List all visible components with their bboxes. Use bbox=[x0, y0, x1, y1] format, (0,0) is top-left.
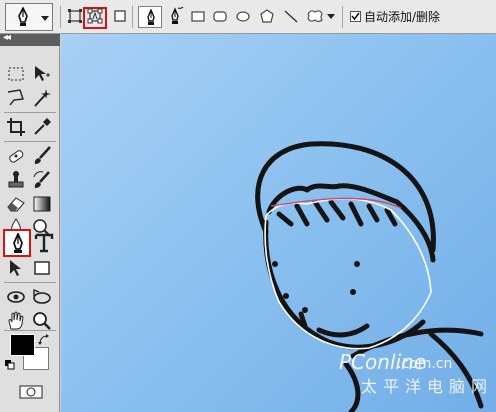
hand-icon bbox=[8, 311, 24, 330]
hand-tool[interactable] bbox=[5, 310, 27, 332]
rectangular-marquee-icon bbox=[8, 67, 24, 81]
rectangle-icon[interactable] bbox=[190, 8, 206, 24]
foreground-color-swatch[interactable] bbox=[10, 334, 35, 356]
fill-pixels-icon[interactable] bbox=[112, 8, 128, 24]
quick-mask-icon[interactable] bbox=[18, 384, 44, 400]
type-icon bbox=[34, 233, 54, 253]
3d-rotate-tool[interactable] bbox=[5, 286, 27, 308]
lasso-tool[interactable] bbox=[5, 87, 27, 109]
3d-rotate-icon bbox=[7, 291, 25, 303]
divider bbox=[4, 282, 56, 283]
eyedropper-tool[interactable] bbox=[31, 116, 53, 138]
type-tool[interactable] bbox=[33, 232, 55, 254]
magic-wand-tool[interactable] bbox=[31, 87, 53, 109]
divider bbox=[132, 6, 133, 28]
history-brush-icon bbox=[33, 171, 50, 188]
auto-add-delete-label[interactable]: 自动添加/删除 bbox=[364, 8, 440, 25]
history-brush-tool[interactable] bbox=[31, 169, 53, 191]
pen-tool-highlight[interactable] bbox=[3, 229, 31, 257]
watermark-chinese: 太平洋电脑网 bbox=[361, 377, 494, 396]
custom-shape-icon[interactable] bbox=[305, 8, 325, 24]
zoom-tool[interactable] bbox=[31, 310, 53, 332]
toolbox: ◂◂ bbox=[0, 32, 60, 412]
divider bbox=[342, 6, 343, 28]
healing-brush-icon bbox=[9, 150, 24, 163]
move-icon bbox=[35, 66, 50, 81]
pen-icon bbox=[18, 7, 28, 26]
line-icon[interactable] bbox=[283, 8, 299, 24]
ellipse-icon[interactable] bbox=[235, 8, 251, 24]
chevron-down-icon[interactable] bbox=[326, 11, 336, 21]
eyedropper-icon bbox=[34, 118, 51, 135]
watermark-domain: .com.cn bbox=[397, 356, 453, 372]
document-canvas[interactable]: PConline .com.cn 太平洋电脑网 bbox=[61, 34, 496, 412]
paths-icon[interactable] bbox=[87, 8, 103, 24]
options-bar: 自动添加/删除 bbox=[0, 0, 496, 34]
toolbox-header[interactable]: ◂◂ bbox=[0, 32, 60, 46]
default-colors-icon[interactable] bbox=[5, 360, 15, 370]
brush-icon bbox=[34, 146, 51, 164]
rectangle-tool[interactable] bbox=[31, 257, 53, 279]
3d-orbit-tool[interactable] bbox=[31, 286, 53, 308]
zoom-icon bbox=[33, 312, 51, 330]
polygonal-lasso-icon bbox=[7, 89, 24, 106]
tool-preset-picker[interactable] bbox=[5, 3, 53, 31]
brush-tool[interactable] bbox=[31, 145, 53, 167]
path-selection-icon bbox=[10, 260, 21, 276]
collapse-arrows-icon[interactable]: ◂◂ bbox=[3, 32, 11, 43]
clone-stamp-tool[interactable] bbox=[5, 169, 27, 191]
3d-orbit-icon bbox=[33, 288, 51, 304]
pen-icon bbox=[13, 233, 23, 253]
pen-icon bbox=[147, 9, 155, 25]
gradient-icon bbox=[33, 196, 51, 212]
marquee-tool[interactable] bbox=[5, 63, 27, 85]
gradient-tool[interactable] bbox=[31, 193, 53, 215]
checkmark-icon bbox=[351, 12, 360, 21]
path-selection-tool[interactable] bbox=[5, 257, 27, 279]
rectangle-icon bbox=[34, 261, 50, 275]
magic-wand-icon bbox=[34, 89, 51, 107]
eraser-tool[interactable] bbox=[5, 193, 27, 215]
shape-layers-icon[interactable] bbox=[67, 8, 83, 24]
crop-icon bbox=[7, 118, 25, 136]
crop-tool[interactable] bbox=[5, 116, 27, 138]
pen-tool-button[interactable] bbox=[138, 6, 162, 28]
divider bbox=[4, 112, 56, 113]
divider bbox=[4, 141, 56, 142]
rounded-rectangle-icon[interactable] bbox=[212, 8, 228, 24]
swap-colors-icon[interactable] bbox=[38, 334, 50, 346]
divider bbox=[60, 6, 61, 28]
healing-brush-tool[interactable] bbox=[5, 145, 27, 167]
auto-add-delete-checkbox[interactable] bbox=[350, 11, 361, 22]
divider bbox=[4, 330, 56, 331]
chevron-down-icon bbox=[41, 16, 49, 21]
stamp-icon bbox=[8, 171, 24, 188]
move-tool[interactable] bbox=[31, 63, 53, 85]
polygon-icon[interactable] bbox=[259, 8, 275, 24]
eraser-icon bbox=[7, 197, 25, 212]
freeform-pen-icon[interactable] bbox=[167, 6, 185, 26]
